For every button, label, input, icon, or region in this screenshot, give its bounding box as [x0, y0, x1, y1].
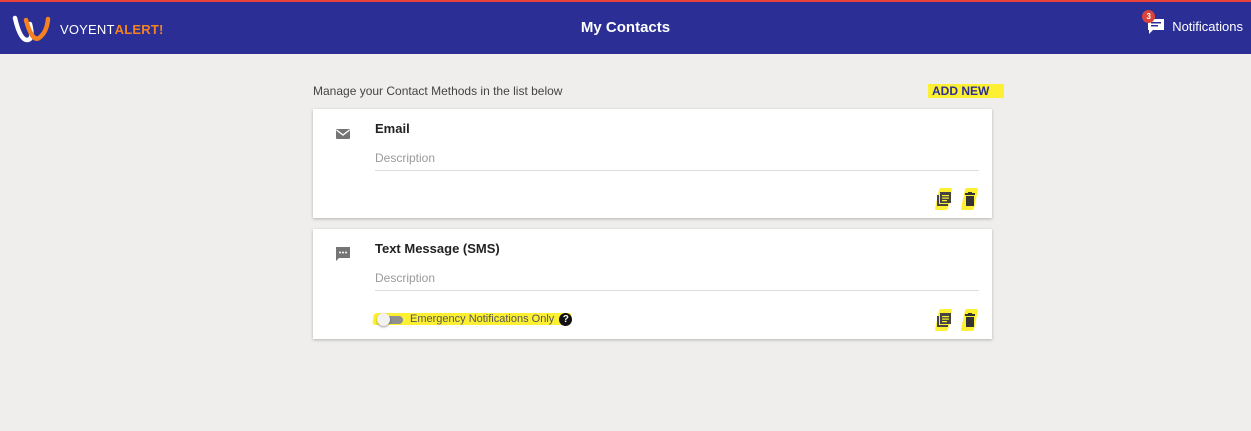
card-actions [926, 309, 979, 331]
card-actions [926, 188, 979, 210]
emergency-only-label: Emergency Notifications Only [410, 313, 555, 325]
contact-title: Email [375, 121, 410, 136]
help-icon[interactable]: ? [559, 312, 573, 326]
add-new-button[interactable]: ADD NEW [928, 84, 1004, 98]
intro-text: Manage your Contact Methods in the list … [313, 84, 563, 98]
mail-icon [335, 126, 351, 142]
contact-card-email: Email Description [313, 109, 992, 218]
sms-icon [335, 246, 351, 262]
notifications-label: Notifications [1172, 18, 1243, 34]
top-bar: VOYENTALERT! My Contacts 3 Notifications [0, 0, 1251, 54]
trash-icon [965, 192, 975, 206]
delete-button[interactable] [960, 309, 979, 331]
contact-card-sms: Text Message (SMS) Description Emergency… [313, 229, 992, 339]
trash-icon [965, 313, 975, 327]
notification-bubble-icon: 3 [1142, 10, 1166, 36]
emergency-only-toggle[interactable] [377, 313, 403, 326]
contact-title: Text Message (SMS) [375, 241, 500, 256]
toggle-thumb [377, 313, 390, 326]
edit-list-icon [937, 313, 951, 327]
description-field[interactable]: Description [375, 271, 979, 291]
description-field[interactable]: Description [375, 151, 979, 171]
edit-list-icon [937, 192, 951, 206]
delete-button[interactable] [960, 188, 979, 210]
page-title: My Contacts [580, 19, 671, 36]
emergency-toggle-row: Emergency Notifications Only ? [372, 309, 573, 329]
edit-button[interactable] [934, 309, 953, 331]
edit-button[interactable] [934, 188, 953, 210]
notifications-button[interactable]: 3 Notifications [1142, 10, 1243, 36]
